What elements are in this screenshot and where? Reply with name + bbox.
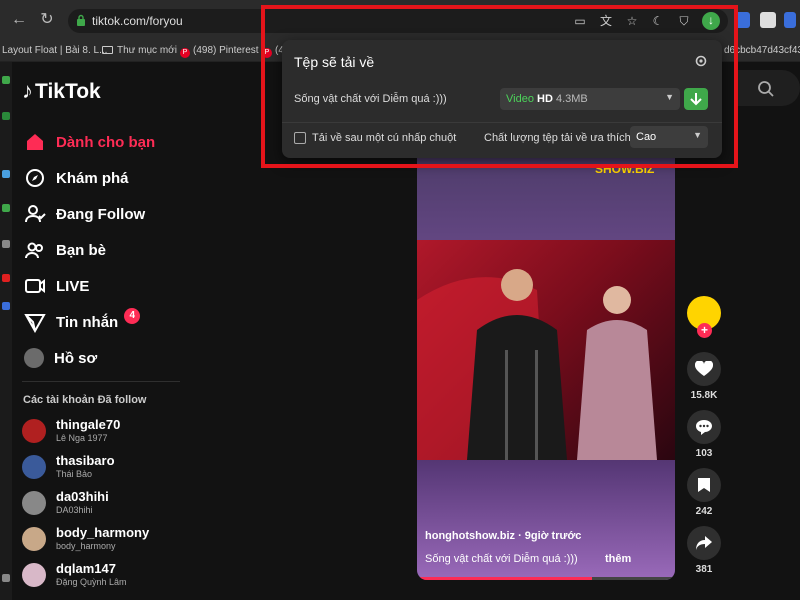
share-count: 381 xyxy=(695,564,713,575)
avatar xyxy=(22,527,46,551)
nav-friends[interactable]: Bạn bè xyxy=(24,238,106,262)
nav-profile[interactable]: Hồ sơ xyxy=(24,346,97,370)
nav-inbox[interactable]: Tin nhắn 4 xyxy=(24,308,141,334)
tab-favicon[interactable] xyxy=(2,574,10,582)
tiktok-note-icon: ♪ xyxy=(22,78,33,103)
home-icon xyxy=(27,134,43,150)
extension-icon[interactable] xyxy=(784,12,796,28)
search-icon xyxy=(758,81,774,97)
bookmark-action[interactable]: 242 xyxy=(684,468,724,517)
bookmark-count: 242 xyxy=(695,506,713,517)
highlight-box xyxy=(261,5,738,168)
tiktok-logo[interactable]: ♪TikTok xyxy=(22,78,101,104)
comment-count: 103 xyxy=(695,448,713,459)
tab-favicon[interactable] xyxy=(2,170,10,178)
back-icon[interactable]: ← xyxy=(10,11,28,29)
caption-more-link[interactable]: thêm xyxy=(605,553,631,565)
video-scene xyxy=(417,269,657,460)
inbox-badge: 4 xyxy=(124,308,141,324)
friends-icon xyxy=(25,242,43,259)
secure-icon xyxy=(77,14,85,26)
heart-icon xyxy=(695,361,713,376)
avatar xyxy=(22,419,46,443)
tab-favicon[interactable] xyxy=(2,274,10,282)
reload-icon[interactable]: ↻ xyxy=(38,11,56,29)
followed-account[interactable]: body_harmony body_harmony xyxy=(22,524,149,554)
follow-plus-button[interactable]: + xyxy=(697,323,712,338)
video-player[interactable]: SHOW.BIZ honghotshow.biz · 9giờ trước Số… xyxy=(417,140,675,580)
pinterest-icon: P xyxy=(180,48,190,58)
nav-following[interactable]: Đang Follow xyxy=(24,202,145,226)
nav-explore[interactable]: Khám phá xyxy=(24,166,129,190)
nav-for-you[interactable]: Dành cho bạn xyxy=(24,130,155,154)
search-button[interactable] xyxy=(734,70,800,106)
like-count: 15.8K xyxy=(690,390,718,401)
avatar xyxy=(22,491,46,515)
bookmark-item[interactable]: Layout Float | Bài 8. L... xyxy=(2,45,107,56)
video-progress-bar[interactable] xyxy=(417,577,675,580)
extension-icon[interactable] xyxy=(760,12,776,28)
tab-favicon[interactable] xyxy=(2,112,10,120)
sidebar-divider xyxy=(22,381,180,382)
tab-favicon[interactable] xyxy=(2,76,10,84)
avatar xyxy=(22,563,46,587)
following-accounts-title: Các tài khoản Đã follow xyxy=(23,394,147,406)
comment-action[interactable]: 103 xyxy=(684,410,724,459)
bookmark-icon xyxy=(698,478,710,492)
bookmark-folder[interactable]: Thư mục mới xyxy=(102,45,177,56)
bookmark-pinterest[interactable]: P (498) Pinterest xyxy=(180,45,259,58)
nav-live[interactable]: LIVE xyxy=(24,274,89,298)
tab-favicon[interactable] xyxy=(2,204,10,212)
compass-icon xyxy=(26,169,44,187)
tab-favicon[interactable] xyxy=(2,302,10,310)
like-action[interactable]: 15.8K xyxy=(684,352,724,401)
url-text: tiktok.com/foryou xyxy=(92,14,183,28)
vertical-tab-strip xyxy=(0,62,12,600)
followed-account[interactable]: dqlam147 Đặng Quỳnh Lâm xyxy=(22,560,127,590)
share-action[interactable]: 381 xyxy=(684,526,724,575)
live-icon xyxy=(25,279,45,293)
comment-icon xyxy=(696,420,712,435)
video-caption: Sống vật chất với Diễm quá :))) xyxy=(425,553,578,565)
followed-account[interactable]: thingale70 Lê Nga 1977 xyxy=(22,416,120,446)
followed-account[interactable]: da03hihi DA03hihi xyxy=(22,488,109,518)
share-icon xyxy=(696,536,712,550)
profile-avatar xyxy=(24,348,44,368)
followed-account[interactable]: thasibaro Thái Bảo xyxy=(22,452,115,482)
avatar xyxy=(22,455,46,479)
following-icon xyxy=(25,205,46,223)
video-frame xyxy=(417,240,675,460)
tab-favicon[interactable] xyxy=(2,240,10,248)
video-author[interactable]: honghotshow.biz · 9giờ trước xyxy=(425,530,581,542)
inbox-icon xyxy=(24,314,46,333)
folder-icon xyxy=(102,46,113,54)
